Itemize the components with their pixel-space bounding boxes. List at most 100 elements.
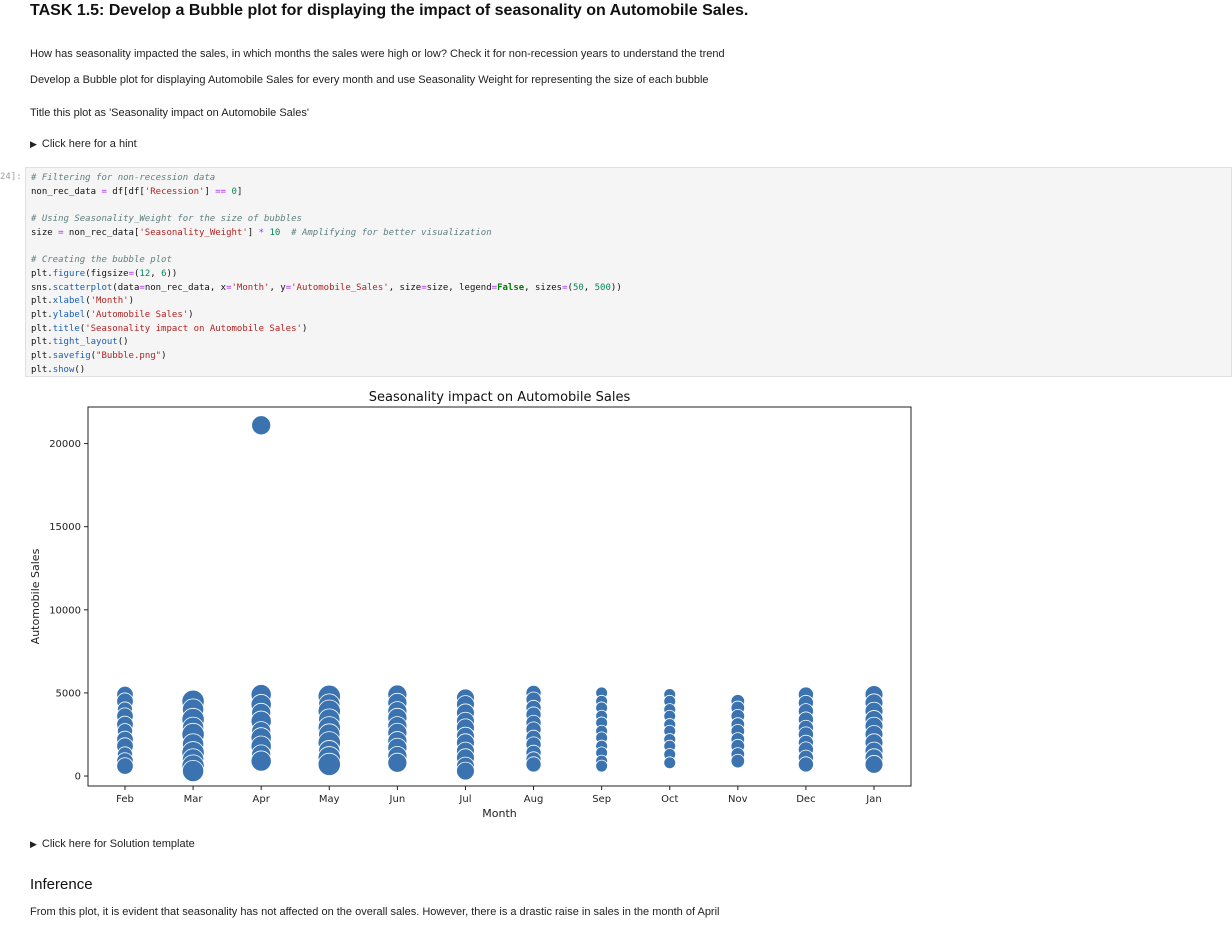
code-token: 10 [269, 227, 281, 238]
y-tick-label: 0 [75, 772, 81, 783]
code-token: , sizes [524, 282, 563, 293]
bubble [525, 756, 542, 773]
code-token: == [215, 186, 227, 197]
code-cell[interactable]: # Filtering for non-recession data non_r… [25, 167, 1232, 377]
x-tick-label: Jul [458, 794, 471, 805]
bubble [116, 757, 134, 775]
task-title: TASK 1.5: Develop a Bubble plot for disp… [30, 2, 749, 19]
y-tick-label: 10000 [49, 605, 81, 616]
expand-triangle-icon: ▶ [30, 839, 37, 849]
code-token: show [52, 364, 75, 375]
code-token: 500 [594, 282, 611, 293]
bubble [456, 761, 475, 781]
code-token: 'Seasonality impact on Automobile Sales' [85, 323, 302, 334]
bubble [797, 756, 814, 773]
chart-title: Seasonality impact on Automobile Sales [369, 390, 631, 405]
code-token: 'Month' [90, 296, 129, 307]
expand-triangle-icon: ▶ [30, 139, 37, 149]
x-tick-label: Nov [728, 794, 748, 805]
plot-area [87, 406, 912, 787]
bubble [250, 750, 272, 772]
inference-heading: Inference [30, 876, 93, 893]
bubble [387, 752, 408, 773]
inference-text: From this plot, it is evident that seaso… [30, 906, 720, 918]
code-token: ) [161, 351, 167, 362]
code-token: plt. [31, 364, 53, 375]
y-tick-label: 5000 [56, 688, 81, 699]
code-token: plt. [31, 337, 53, 348]
code-token: sns. [31, 282, 53, 293]
code-token: , [150, 268, 162, 279]
code-token: non_rec_data, x [144, 282, 227, 293]
x-axis-label: Month [482, 807, 517, 820]
bubble [730, 753, 746, 769]
code-token: (figsize [85, 268, 129, 279]
code-token: "Bubble.png" [96, 351, 162, 362]
cell-prompt: 24]: [0, 172, 22, 182]
code-token: size [31, 227, 59, 238]
y-tick-label: 20000 [49, 439, 81, 450]
task-instruction: Develop a Bubble plot for displaying Aut… [30, 74, 709, 86]
code-token: , size [388, 282, 422, 293]
hint-toggle[interactable]: ▶ Click here for a hint [30, 138, 137, 150]
task-title-instruction: Title this plot as 'Seasonality impact o… [30, 107, 309, 119]
code-token: plt. [31, 310, 53, 321]
y-axis-label: Automobile Sales [29, 548, 42, 644]
code-token: )) [610, 282, 622, 293]
bubble [251, 415, 272, 436]
code-token: ) [301, 323, 308, 334]
code-token: ] [204, 186, 216, 197]
x-tick-label: Mar [184, 794, 204, 805]
code-token: 50 [572, 282, 584, 293]
code-token: , y [269, 282, 286, 293]
code-comment: # Amplifying for better visualization [291, 227, 492, 238]
x-tick-label: May [319, 794, 340, 805]
code-token: ) [128, 296, 134, 307]
code-token: 'Seasonality_Weight' [139, 227, 248, 238]
code-comment: # Filtering for non-recession data [31, 173, 216, 183]
code-token: ] [247, 227, 259, 238]
x-tick-label: Oct [661, 794, 678, 805]
code-token: tight_layout [52, 337, 118, 348]
code-token: )) [166, 268, 178, 279]
code-token: 'Automobile Sales' [90, 310, 189, 321]
code-token: plt. [31, 268, 53, 279]
x-tick-label: Feb [116, 794, 134, 805]
code-token: non_rec_data[ [63, 227, 140, 238]
code-token: () [74, 364, 86, 375]
code-token: df[df[ [106, 186, 145, 197]
code-token: plt. [31, 351, 53, 362]
x-tick-label: Sep [592, 794, 611, 805]
code-token: plt. [31, 296, 53, 307]
bubble [317, 752, 341, 776]
bubble [595, 759, 608, 773]
solution-template-label: Click here for Solution template [41, 838, 195, 850]
x-tick-label: Dec [796, 794, 815, 805]
x-tick-label: Jan [865, 794, 881, 805]
code-token: ) [188, 310, 194, 321]
y-tick-label: 15000 [49, 522, 81, 533]
code-token: xlabel [52, 296, 86, 307]
code-token: plt. [31, 323, 53, 334]
code-token: figure [52, 268, 86, 279]
x-tick-label: Aug [524, 794, 544, 805]
code-token: () [117, 337, 129, 348]
bubble [182, 759, 205, 783]
bubble-plot: Seasonality impact on Automobile Sales 0 5… [29, 390, 912, 820]
code-token: 'Automobile_Sales' [291, 282, 389, 293]
hint-label: Click here for a hint [41, 138, 137, 150]
bubble [663, 756, 677, 770]
code-comment: # Creating the bubble plot [31, 255, 172, 266]
code-token: 'Recession' [144, 186, 205, 197]
code-token: savefig [52, 351, 91, 362]
code-token: (data [112, 282, 140, 293]
code-token: scatterplot [52, 282, 113, 293]
code-token: , [583, 282, 595, 293]
x-tick-label: Apr [253, 794, 271, 805]
code-comment: # Using Seasonality_Weight for the size … [31, 214, 302, 225]
code-token: 12 [139, 268, 151, 279]
code-token: False [497, 282, 525, 293]
solution-template-toggle[interactable]: ▶ Click here for Solution template [30, 838, 195, 850]
bubble [864, 755, 884, 774]
code-token: size, legend [426, 282, 492, 293]
